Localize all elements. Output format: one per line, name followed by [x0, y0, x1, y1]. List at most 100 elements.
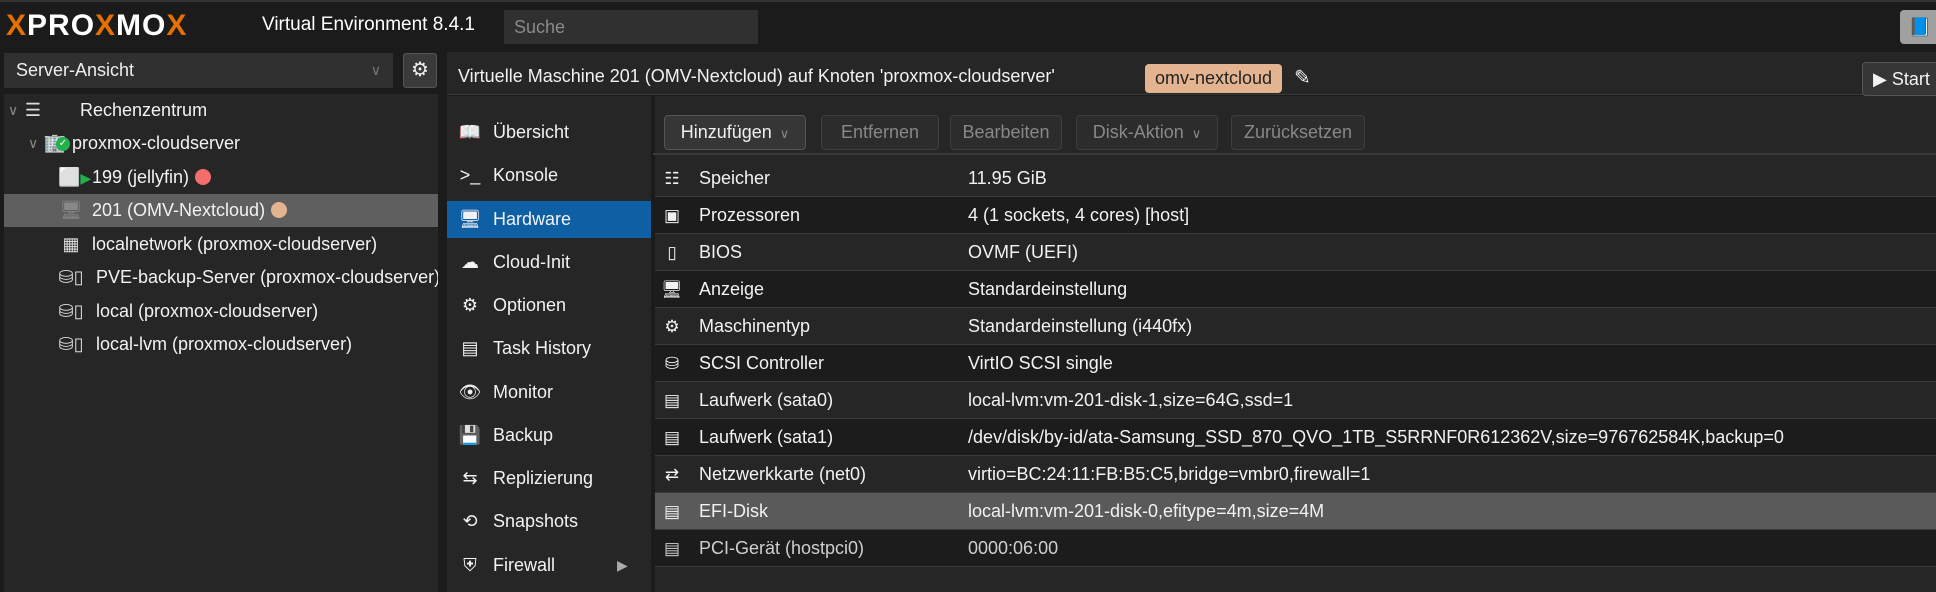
nav-label: Task History	[493, 338, 592, 358]
terminal-icon: >_	[459, 165, 481, 185]
cogs-icon: ⚙	[664, 317, 680, 336]
cpu-icon: ▣	[663, 206, 681, 225]
tree-item-label: Rechenzentrum	[80, 100, 208, 120]
add-button[interactable]: Hinzufügen ∨	[664, 115, 806, 150]
row-value: 11.95 GiB	[968, 168, 1047, 188]
nav-replication[interactable]: ⇆ Replizierung	[447, 460, 651, 497]
hardware-row-machine-type[interactable]: ⚙ Maschinentyp Standardeinstellung (i440fx…	[655, 308, 1936, 345]
nav-backup[interactable]: 💾 Backup	[447, 417, 651, 454]
hardware-row-sata1[interactable]: ▤ Laufwerk (sata1) /dev/disk/by-id/ata-Sam…	[655, 419, 1936, 456]
tree-item-storage-backup[interactable]: ⛁▯ PVE-backup-Server (proxmox-cloudserver…	[4, 261, 439, 294]
nav-options[interactable]: ⚙ Optionen	[447, 287, 651, 324]
caret-right-icon: ▶	[617, 557, 628, 573]
tree-item-storage-local-lvm[interactable]: ⛁▯ local-lvm (proxmox-cloudserver)	[4, 328, 438, 361]
row-value: 0000:06:00	[968, 538, 1059, 558]
nav-snapshots[interactable]: ⟲ Snapshots	[447, 503, 651, 540]
search-input[interactable]	[504, 10, 758, 44]
view-settings-button[interactable]: ⚙	[403, 53, 437, 88]
row-value: Standardeinstellung	[968, 279, 1128, 299]
disk-action-label: Disk-Aktion	[1092, 122, 1184, 142]
nav-hardware[interactable]: 🖥 Hardware	[447, 201, 651, 238]
row-value: local-lvm:vm-201-disk-1,size=64G,ssd=1	[968, 390, 1294, 410]
tag-dot	[271, 201, 288, 218]
tree-item-datacenter[interactable]: ∨ ☰ Rechenzentrum	[4, 94, 438, 127]
tree-item-node[interactable]: ∨ 🏢 ✓ proxmox-cloudserver	[4, 127, 438, 160]
hardware-row-pci[interactable]: ▤ PCI-Gerät (hostpci0) 0000:06:00	[655, 530, 1936, 567]
vm-nav: 📖 Übersicht >_ Konsole 🖥 Hardware ☁ Cloud-In…	[447, 96, 651, 592]
node-online-icon: 🏢 ✓	[42, 127, 70, 160]
nav-firewall[interactable]: ⛨ Firewall ▶	[447, 547, 651, 584]
nav-overview[interactable]: 📖 Übersicht	[447, 114, 651, 151]
row-name: PCI-Gerät (hostpci0)	[699, 538, 865, 558]
memory-icon: ☷	[664, 169, 680, 188]
nav-label: Konsole	[493, 165, 559, 185]
start-button[interactable]: ▶ Start	[1862, 62, 1936, 96]
gear-icon: ⚙	[461, 295, 479, 315]
row-name: SCSI Controller	[699, 353, 825, 373]
hardware-row-sata0[interactable]: ▤ Laufwerk (sata0) local-lvm:vm-201-disk-1…	[655, 382, 1936, 419]
resource-tree: ∨ ☰ Rechenzentrum ∨ 🏢 ✓ proxmox-cloudserver ⬜…	[4, 94, 438, 592]
hardware-row-display[interactable]: 🖥 Anzeige Standardeinstellung	[655, 271, 1936, 308]
row-value: Standardeinstellung (i440fx)	[968, 316, 1193, 336]
row-name: Laufwerk (sata0)	[699, 390, 834, 410]
edit-button[interactable]: Bearbeiten	[950, 115, 1062, 150]
list-icon: ▤	[461, 338, 479, 358]
start-label: Start	[1891, 69, 1930, 89]
nav-label: Snapshots	[493, 511, 579, 531]
tree-item-label: local-lvm (proxmox-cloudserver)	[96, 334, 353, 354]
hardware-row-scsi-controller[interactable]: ⛁ SCSI Controller VirtIO SCSI single	[655, 345, 1936, 382]
disk-action-button[interactable]: Disk-Aktion ∨	[1076, 115, 1218, 150]
chevron-down-icon[interactable]: ∨	[8, 94, 18, 127]
view-select[interactable]: Server-Ansicht ∨	[4, 53, 393, 88]
vm-running-icon: ⬜▶	[58, 167, 92, 187]
row-name: BIOS	[699, 242, 743, 262]
nav-console[interactable]: >_ Konsole	[447, 157, 651, 194]
vm-monitor-icon: 🖥	[59, 200, 83, 220]
nav-task-history[interactable]: ▤ Task History	[447, 330, 651, 367]
nav-label: Monitor	[493, 382, 554, 402]
tree-item-vm-199[interactable]: ⬜▶ 199 (jellyfin)	[4, 161, 438, 194]
chevron-down-icon: ∨	[370, 62, 381, 78]
nav-label: Optionen	[493, 295, 567, 315]
tree-item-label: local (proxmox-cloudserver)	[96, 301, 319, 321]
row-value: VirtIO SCSI single	[968, 353, 1113, 373]
desktop-icon: 🖥	[661, 280, 683, 299]
hardware-row-net0[interactable]: ⇄ Netzwerkkarte (net0) virtio=BC:24:11:FB:…	[655, 456, 1936, 493]
tag-dot	[195, 168, 212, 185]
remove-button[interactable]: Entfernen	[821, 115, 939, 150]
hardware-row-processors[interactable]: ▣ Prozessoren 4 (1 sockets, 4 cores) [host…	[655, 197, 1936, 234]
vm-tag: omv-nextcloud	[1145, 64, 1283, 93]
edit-tags-icon[interactable]: ✎	[1294, 64, 1311, 93]
tree-item-label: proxmox-cloudserver	[72, 133, 241, 153]
hdd-icon: ▤	[663, 391, 681, 410]
hardware-row-bios[interactable]: ▯ BIOS OVMF (UEFI)	[655, 234, 1936, 271]
history-icon: ⟲	[462, 511, 478, 531]
play-icon: ▶	[1873, 69, 1887, 89]
storage-icon: ⛁▯	[58, 334, 84, 354]
tree-item-vm-201[interactable]: 🖥 201 (OMV-Nextcloud)	[4, 194, 438, 227]
gear-icon: ⚙	[411, 59, 429, 81]
row-name: Anzeige	[699, 279, 765, 299]
row-name: Laufwerk (sata1)	[699, 427, 834, 447]
nav-monitor[interactable]: 👁 Monitor	[447, 374, 651, 411]
tree-item-label: localnetwork (proxmox-cloudserver)	[92, 234, 378, 254]
tree-item-localnetwork[interactable]: ▦ localnetwork (proxmox-cloudserver)	[4, 228, 438, 261]
revert-button[interactable]: Zurücksetzen	[1231, 115, 1365, 150]
nav-label: Backup	[493, 425, 554, 445]
storage-icon: ⛁▯	[58, 301, 84, 321]
tree-item-label: PVE-backup-Server (proxmox-cloudserver)	[96, 267, 438, 287]
shield-icon: ⛨	[463, 555, 477, 575]
row-value: virtio=BC:24:11:FB:B5:C5,bridge=vmbr0,fi…	[968, 464, 1371, 484]
hardware-row-memory[interactable]: ☷ Speicher 11.95 GiB	[655, 160, 1936, 197]
tree-item-storage-local[interactable]: ⛁▯ local (proxmox-cloudserver)	[4, 295, 438, 328]
row-name: EFI-Disk	[699, 501, 768, 521]
hardware-row-efi-disk[interactable]: ▤ EFI-Disk local-lvm:vm-201-disk-0,efitype…	[655, 493, 1936, 530]
network-grid-icon: ▦	[62, 234, 80, 254]
nav-cloud-init[interactable]: ☁ Cloud-Init	[447, 244, 651, 281]
add-label: Hinzufügen	[680, 122, 772, 142]
server-rack-icon: ☰	[24, 100, 42, 120]
documentation-button[interactable]: 📘	[1900, 10, 1936, 44]
row-value: local-lvm:vm-201-disk-0,efitype=4m,size=…	[968, 501, 1325, 521]
chevron-down-icon[interactable]: ∨	[28, 127, 38, 160]
nav-label: Übersicht	[493, 122, 570, 142]
